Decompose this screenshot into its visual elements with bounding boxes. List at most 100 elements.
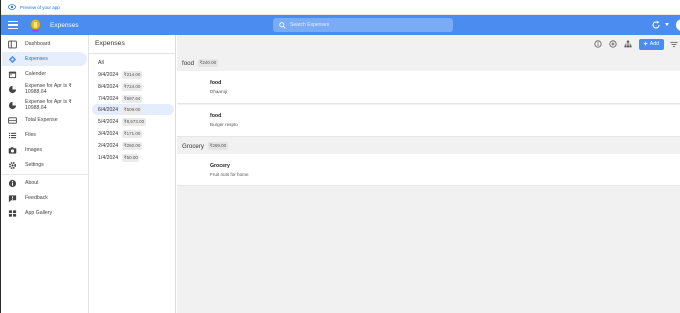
sidebar-item-label: Images	[25, 147, 43, 153]
sidebar-item-expense-apr[interactable]: Expense for Apr is ₹ 10988.64	[2, 81, 89, 97]
sidebar-item-dashboard[interactable]: Dashboard	[2, 37, 89, 51]
sidebar-item-label: Calender	[25, 71, 47, 77]
expense-item[interactable]: food Burger respto	[177, 105, 680, 137]
list-item[interactable]: 1/4/2024 ₹50.00	[92, 152, 174, 163]
list-item-date: 6/4/2024	[98, 106, 119, 113]
add-circle-icon[interactable]	[609, 40, 617, 48]
info-icon	[8, 179, 17, 187]
list-item-date: 7/4/2024	[98, 95, 119, 102]
info-outline-icon[interactable]	[594, 40, 602, 48]
group-total: ₹269.00	[208, 142, 228, 150]
group-header-grocery[interactable]: Grocery ₹269.00	[177, 138, 680, 154]
expense-item-title: food	[210, 80, 222, 86]
hierarchy-icon[interactable]	[624, 40, 632, 48]
list-item[interactable]: 2/4/2024 ₹250.00	[92, 140, 174, 151]
sidebar-item-label: Dashboard	[25, 41, 51, 47]
sidebar-item-settings[interactable]: Settings	[2, 158, 89, 172]
app-window: Preview of your app Expenses Dashboard E…	[0, 0, 680, 313]
expenses-list-panel: Expenses All 9/4/2024 ₹214.00 8/4/2024 ₹…	[89, 35, 176, 313]
camera-icon	[8, 146, 17, 154]
sidebar-item-app-gallery[interactable]: App Gallery	[2, 206, 89, 220]
list-item-amount: ₹8,573.00	[122, 117, 146, 126]
list-item-amount: ₹509.00	[122, 105, 142, 114]
sidebar-item-label: Expense for Apr is ₹ 10988.64	[25, 83, 72, 95]
sidebar-item-calender[interactable]: Calender	[2, 67, 89, 81]
expense-item-note: Fruit nuts for home	[210, 172, 249, 177]
list-item[interactable]: 3/4/2024 ₹171.00	[92, 128, 174, 139]
add-button-label: Add	[649, 41, 659, 47]
list-item[interactable]: 9/4/2024 ₹214.00	[92, 69, 174, 80]
list-item[interactable]: 7/4/2024 ₹697.64	[92, 93, 174, 104]
dashboard-icon	[8, 40, 17, 48]
chevron-down-icon[interactable]	[665, 23, 669, 26]
list-item-date: 8/4/2024	[98, 83, 119, 90]
sidebar-divider	[2, 174, 89, 175]
sidebar-item-total-expense[interactable]: Total Expense	[2, 113, 89, 127]
sidebar-item-label: Files	[25, 132, 36, 138]
list-item-amount: ₹697.64	[122, 94, 142, 103]
list-item-amount: ₹50.00	[122, 153, 140, 162]
list-item-label: All	[98, 59, 104, 66]
sidebar-item-label: About	[25, 180, 39, 186]
sidebar-item-feedback[interactable]: Feedback	[2, 191, 89, 205]
app-title: Expenses	[50, 21, 79, 29]
expense-item-note: Burger respto	[210, 122, 238, 127]
list-item-amount: ₹250.00	[122, 141, 142, 150]
plus-icon: +	[643, 40, 648, 48]
sync-icon[interactable]	[651, 20, 661, 30]
search-input[interactable]	[290, 22, 440, 28]
detail-panel: + Add food ₹240.00 food Dhaaruji food Bur…	[177, 35, 680, 313]
list-icon	[8, 132, 17, 138]
sort-icon[interactable]	[670, 41, 678, 48]
avatar[interactable]	[676, 19, 680, 31]
sidebar-item-label: Feedback	[25, 195, 48, 201]
list-item-date: 1/4/2024	[98, 154, 119, 161]
feedback-icon	[8, 194, 17, 202]
sidebar-item-label: Settings	[25, 162, 44, 168]
expense-item[interactable]: Grocery Fruit nuts for home	[177, 154, 680, 186]
expense-item-title: food	[210, 113, 222, 119]
list-item-date: 2/4/2024	[98, 142, 119, 149]
gear-icon	[8, 161, 17, 169]
sidebar: Dashboard Expenses Calender Expense for …	[2, 35, 89, 313]
menu-button[interactable]	[8, 21, 18, 29]
list-item-date: 3/4/2024	[98, 130, 119, 137]
preview-bar: Preview of your app	[1, 0, 680, 15]
sidebar-item-expense-apr-2[interactable]: Expense for Apr is ₹ 10988.64	[2, 97, 89, 113]
table-icon	[8, 116, 17, 124]
list-item-all[interactable]: All	[92, 57, 174, 68]
sidebar-item-label: Expense for Apr is ₹ 10988.64	[25, 99, 72, 111]
sidebar-item-label: App Gallery	[25, 210, 53, 216]
group-name: food	[182, 59, 195, 67]
list-item[interactable]: 5/4/2024 ₹8,573.00	[92, 116, 174, 127]
pie-chart-icon	[8, 101, 17, 109]
expense-item-title: Grocery	[210, 163, 230, 169]
list-item-amount: ₹214.00	[122, 70, 142, 79]
sidebar-item-expenses[interactable]: Expenses	[2, 52, 87, 66]
list-item-amount: ₹724.00	[122, 82, 142, 91]
app-bar: Expenses	[1, 15, 680, 35]
group-header-food[interactable]: food ₹240.00	[177, 55, 680, 71]
expenses-icon	[8, 55, 17, 63]
search-box[interactable]	[273, 18, 453, 32]
pie-chart-icon	[8, 85, 17, 93]
list-item-date: 9/4/2024	[98, 71, 119, 78]
list-title: Expenses	[95, 40, 125, 47]
sidebar-item-images[interactable]: Images	[2, 143, 89, 157]
sidebar-item-about[interactable]: About	[2, 176, 89, 190]
list-item-selected[interactable]: 6/4/2024 ₹509.00	[92, 104, 174, 115]
sidebar-item-label: Total Expense	[25, 117, 58, 123]
list-divider	[89, 53, 175, 54]
sidebar-item-files[interactable]: Files	[2, 128, 89, 142]
group-total: ₹240.00	[198, 59, 218, 67]
expense-item-note: Dhaaruji	[210, 89, 228, 94]
preview-text: Preview of your app	[20, 4, 60, 10]
list-item[interactable]: 8/4/2024 ₹724.00	[92, 81, 174, 92]
calendar-icon	[8, 71, 17, 78]
eye-icon	[8, 4, 16, 10]
expense-item[interactable]: food Dhaaruji	[177, 71, 680, 104]
grid-icon	[8, 209, 17, 217]
group-name: Grocery	[182, 142, 205, 150]
list-item-amount: ₹171.00	[122, 129, 142, 138]
add-button[interactable]: + Add	[638, 38, 664, 50]
